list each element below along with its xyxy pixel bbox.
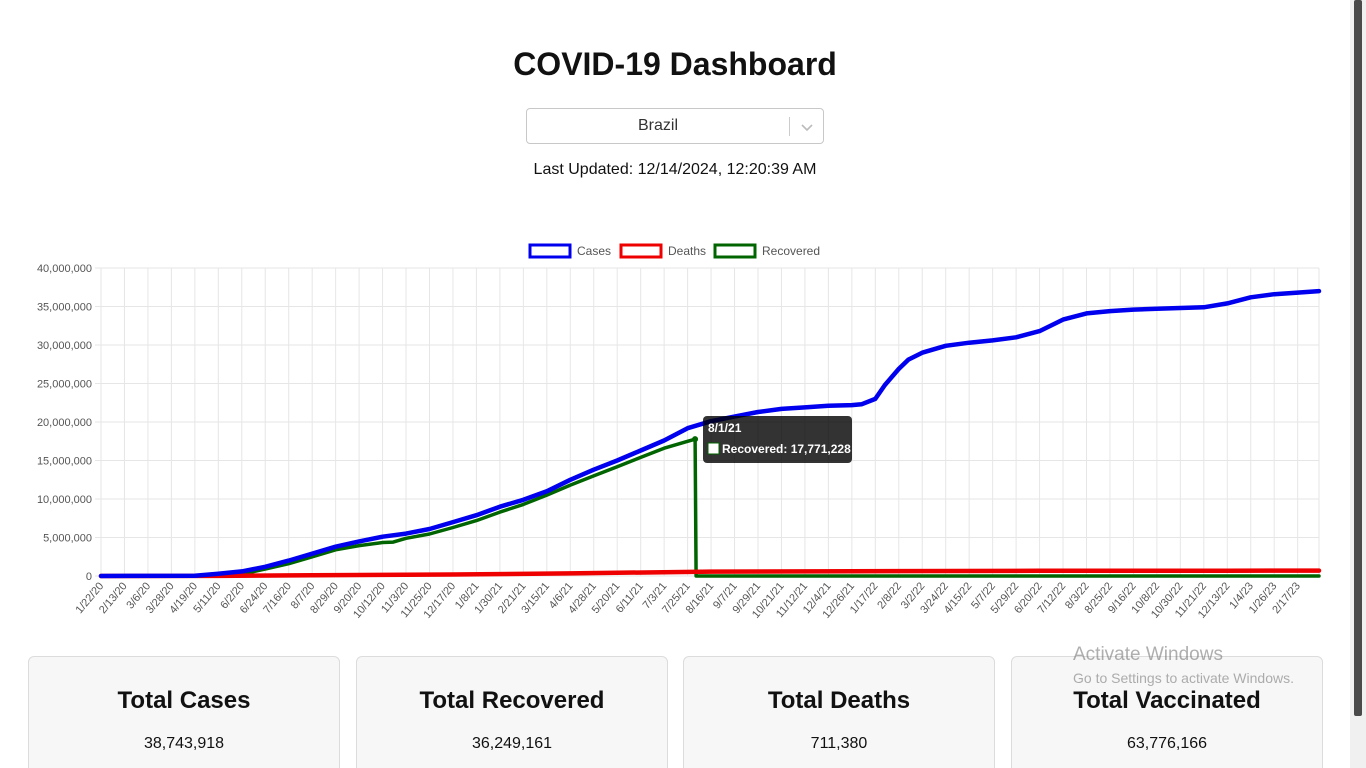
scrollbar-thumb[interactable] [1354,0,1362,716]
y-tick-label: 30,000,000 [37,340,92,352]
legend-swatch-recovered[interactable] [713,243,757,259]
page: COVID-19 Dashboard Brazil Last Updated: … [0,0,1366,768]
tooltip-swatch [707,442,720,455]
y-tick-label: 20,000,000 [37,417,92,429]
card-title: Total Cases [117,687,251,714]
card-total-deaths: Total Deaths 711,380 [683,656,995,768]
covid-line-chart[interactable]: 0 5,000,000 10,000,000 15,000,000 20,000,000… [0,230,1340,640]
vertical-scrollbar[interactable] [1350,0,1366,768]
watermark-line1: Activate Windows [1073,644,1223,665]
country-select-value: Brazil [637,117,678,134]
y-tick-label: 35,000,000 [37,302,92,314]
card-title: Total Deaths [767,687,911,714]
legend-swatch-deaths[interactable] [619,243,663,259]
tooltip-label: Recovered: 17,771,228 [722,442,851,456]
card-total-cases: Total Cases 38,743,918 [28,656,340,768]
tooltip-point [692,436,699,443]
card-total-recovered: Total Recovered 36,249,161 [356,656,668,768]
y-tick-label: 15,000,000 [37,456,92,468]
card-title: Total Vaccinated [1073,687,1261,714]
card-value: 36,249,161 [471,735,553,752]
card-title: Total Recovered [419,687,605,714]
tooltip-title: 8/1/21 [708,421,742,435]
y-tick-label: 25,000,000 [37,379,92,391]
select-separator [789,117,790,136]
card-value: 38,743,918 [143,735,225,752]
last-updated: Last Updated: 12/14/2024, 12:20:39 AM [533,161,817,178]
legend-label-deaths[interactable]: Deaths [668,244,706,258]
legend-swatch-cases[interactable] [528,243,572,259]
y-tick-label: 10,000,000 [37,494,92,506]
card-value: 63,776,166 [1126,735,1208,752]
legend-label-cases[interactable]: Cases [577,244,611,258]
card-value: 711,380 [810,735,868,752]
x-tick-label: 2/8/22 [875,580,904,611]
y-tick-label: 5,000,000 [43,533,92,545]
legend-label-recovered[interactable]: Recovered [762,244,820,258]
y-tick-label: 40,000,000 [37,263,92,275]
activate-windows-watermark: Activate Windows Go to Settings to activ… [1073,644,1294,686]
page-title: COVID-19 Dashboard [513,46,837,82]
watermark-line2: Go to Settings to activate Windows. [1073,670,1294,686]
chevron-down-icon[interactable] [799,119,815,135]
country-select[interactable]: Brazil [526,108,824,144]
y-tick-label: 0 [86,571,92,583]
